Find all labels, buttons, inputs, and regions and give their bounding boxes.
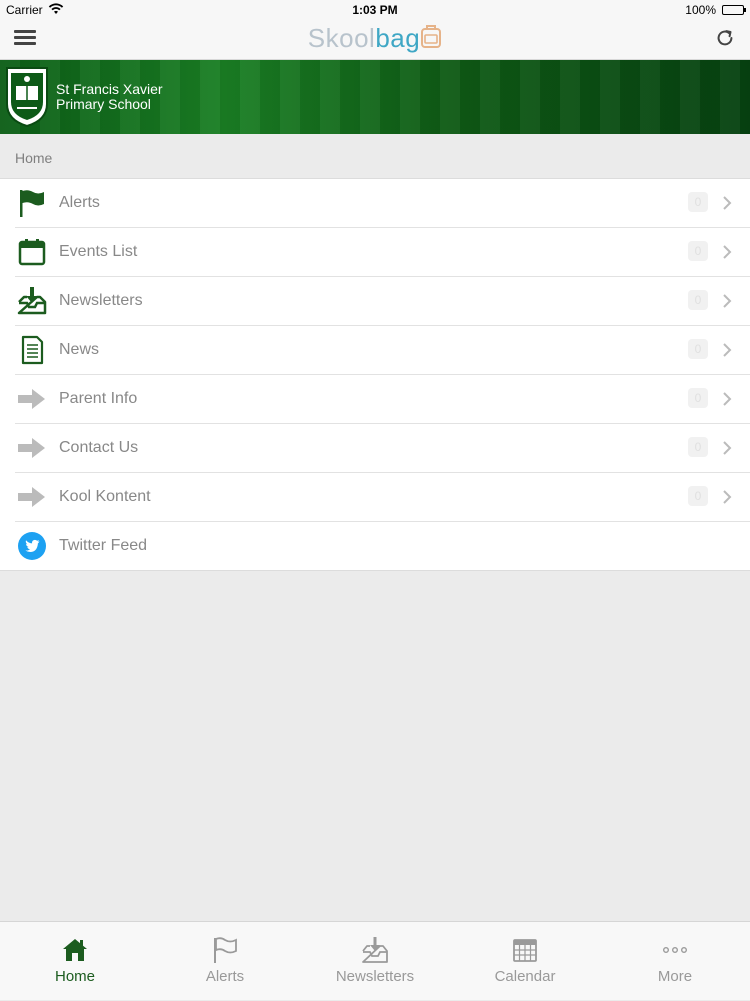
arrow-right-icon [18, 487, 45, 507]
refresh-icon[interactable] [714, 27, 736, 49]
menu-item-contact-us[interactable]: Contact Us 0 [15, 424, 750, 473]
nav-bar: Skoolbag [0, 20, 750, 60]
menu-item-newsletters[interactable]: Newsletters 0 [15, 277, 750, 326]
menu-item-events-list[interactable]: Events List 0 [15, 228, 750, 277]
twitter-icon [18, 532, 46, 560]
battery-icon [722, 5, 746, 15]
calendar-icon [513, 939, 537, 962]
document-icon [21, 335, 44, 365]
arrow-right-icon [18, 389, 45, 409]
news-count-badge: 0 [688, 339, 708, 359]
more-dots-icon [663, 946, 688, 953]
app-logo: Skoolbag [0, 23, 750, 54]
alerts-count-badge: 0 [688, 192, 708, 212]
menu-item-alerts[interactable]: Alerts 0 [15, 179, 750, 228]
download-tray-icon [17, 287, 47, 315]
battery-percent: 100% [685, 3, 716, 17]
tab-calendar[interactable]: Calendar [450, 922, 600, 1001]
breadcrumb: Home [15, 150, 53, 166]
arrow-right-icon [18, 438, 45, 458]
kool-kontent-count-badge: 0 [688, 486, 708, 506]
download-tray-icon [362, 937, 388, 963]
menu-item-news[interactable]: News 0 [15, 326, 750, 375]
tab-newsletters[interactable]: Newsletters [300, 922, 450, 1001]
tab-more[interactable]: More [600, 922, 750, 1001]
school-banner: St Francis Xavier Primary School [0, 60, 750, 134]
school-name: St Francis Xavier Primary School [56, 81, 163, 112]
contact-us-count-badge: 0 [688, 437, 708, 457]
menu-item-twitter-feed[interactable]: Twitter Feed [15, 522, 750, 570]
status-bar: Carrier 1:03 PM 100% [0, 0, 750, 20]
chevron-right-icon [723, 441, 732, 455]
tab-home[interactable]: Home [0, 922, 150, 1001]
menu-list: Alerts 0 Events List 0 Newsletters 0 New [0, 178, 750, 571]
flag-icon [214, 937, 237, 963]
chevron-right-icon [723, 490, 732, 504]
chevron-right-icon [723, 245, 732, 259]
calendar-icon [18, 239, 46, 266]
clock: 1:03 PM [352, 3, 398, 17]
menu-item-parent-info[interactable]: Parent Info 0 [15, 375, 750, 424]
parent-info-count-badge: 0 [688, 388, 708, 408]
home-icon [63, 939, 87, 961]
newsletters-count-badge: 0 [688, 290, 708, 310]
tab-alerts[interactable]: Alerts [150, 922, 300, 1001]
schoolbag-icon [421, 25, 442, 48]
flag-icon [20, 190, 44, 217]
chevron-right-icon [723, 294, 732, 308]
chevron-right-icon [723, 343, 732, 357]
chevron-right-icon [723, 196, 732, 210]
tab-bar: Home Alerts Newsletters Calendar More [0, 921, 750, 1000]
menu-item-kool-kontent[interactable]: Kool Kontent 0 [15, 473, 750, 522]
chevron-right-icon [723, 392, 732, 406]
events-count-badge: 0 [688, 241, 708, 261]
school-crest-icon [6, 67, 48, 128]
